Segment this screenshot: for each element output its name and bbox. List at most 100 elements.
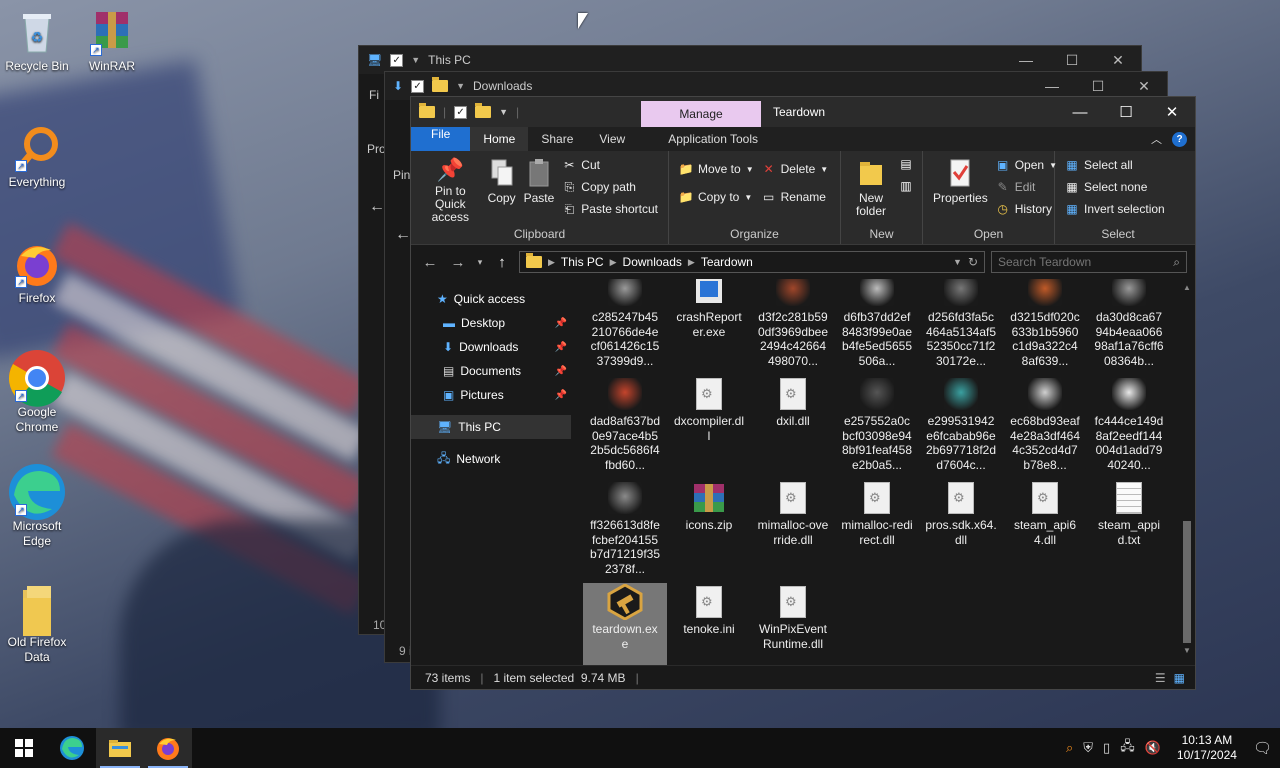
nav-desktop[interactable]: ▬ Desktop 📌 [411,311,571,335]
network-icon[interactable]: 🖧 [1120,737,1135,759]
collapse-ribbon-icon[interactable]: ︿ [1151,131,1162,147]
properties-icon[interactable]: ✓ [454,105,468,119]
nav-network[interactable]: 🖧 Network [411,447,571,471]
maximize-button[interactable]: ☐ [1103,97,1149,127]
file-item[interactable]: e257552a0cbcf03098e948bf91feaf458e2b0a5.… [835,375,919,479]
help-icon[interactable]: ? [1172,131,1187,147]
copy-path-button[interactable]: ⎘ Copy path [562,179,658,195]
pin-quick-access-button[interactable]: 📌 Pin to Quick access [417,155,484,226]
large-icons-view-icon[interactable]: ▦ [1174,671,1185,685]
new-folder-icon[interactable] [475,103,492,118]
paste-button[interactable]: Paste [520,155,559,226]
minimize-button[interactable]: — [1003,46,1049,74]
search-tray-icon[interactable]: ⌕ [1066,740,1073,756]
details-view-icon[interactable]: ☰ [1155,671,1166,685]
file-item[interactable]: WinPixEventRuntime.dll [751,583,835,665]
taskbar-file-explorer-button[interactable] [96,728,144,768]
tab-home[interactable]: Home [470,127,529,151]
explorer-window-teardown[interactable]: | ✓ ▼ | Manage Teardown — ☐ ✕ File Home … [410,96,1196,690]
file-item[interactable]: dxil.dll [751,375,835,479]
vertical-scrollbar[interactable]: ▲ ▼ [1181,283,1193,655]
file-item[interactable]: steam_api64.dll [1003,479,1087,583]
scroll-up-icon[interactable]: ▲ [1181,283,1193,292]
file-item[interactable]: ff326613d8fefcbef204155b7d71219f352378f.… [583,479,667,583]
move-to-button[interactable]: 📁 Move to ▼ [679,161,754,177]
close-button[interactable]: ✕ [1095,46,1141,74]
edit-button[interactable]: ✎ Edit [996,179,1057,195]
rename-button[interactable]: ▭ Rename [762,189,829,205]
scroll-down-icon[interactable]: ▼ [1181,646,1193,655]
maximize-button[interactable]: ☐ [1049,46,1095,74]
desktop-icon-everything[interactable]: ↗ Everything [0,124,74,190]
copy-to-button[interactable]: 📁 Copy to ▼ [679,189,754,205]
file-item[interactable]: d3215df020c633b1b5960c1d9a322c48af639... [1003,279,1087,375]
file-item[interactable]: pros.sdk.x64.dll [919,479,1003,583]
new-item-icon[interactable]: ▤ [899,157,913,171]
nav-quick-access[interactable]: ★ Quick access [411,287,571,311]
breadcrumb-downloads[interactable]: Downloads [623,255,682,269]
ribbon-file-tab[interactable]: Fi [369,88,379,102]
new-folder-button[interactable]: New folder [847,155,895,226]
file-item[interactable]: mimalloc-redirect.dll [835,479,919,583]
select-all-button[interactable]: ▦ Select all [1065,157,1165,173]
tab-view[interactable]: View [586,127,638,151]
copy-button[interactable]: Copy [484,155,520,226]
file-item[interactable]: tenoke.ini [667,583,751,665]
chevron-down-icon[interactable]: ▼ [953,257,962,267]
nav-documents[interactable]: ▤ Documents 📌 [411,359,571,383]
nav-downloads[interactable]: ⬇ Downloads 📌 [411,335,571,359]
cut-button[interactable]: ✂ Cut [562,157,658,173]
tab-application-tools[interactable]: Application Tools [638,127,771,151]
scrollbar-thumb[interactable] [1183,521,1191,643]
file-item[interactable]: crashReporter.exe [667,279,751,375]
battery-icon[interactable]: ▯ [1103,740,1110,756]
paste-shortcut-button[interactable]: ⎗ Paste shortcut [562,201,658,217]
volume-muted-icon[interactable]: 🔇 [1145,740,1161,756]
recent-locations-icon[interactable]: ▾ [475,257,485,268]
delete-button[interactable]: ✕ Delete ▼ [762,161,829,177]
desktop-icon-old-firefox-data[interactable]: Old Firefox Data [0,584,74,665]
nav-pictures[interactable]: ▣ Pictures 📌 [411,383,571,407]
chevron-down-icon[interactable]: ▼ [499,107,508,117]
up-arrow-icon[interactable]: ↑ [491,254,513,271]
notifications-icon[interactable]: 🗨 [1253,739,1272,757]
minimize-button[interactable]: — [1057,97,1103,127]
breadcrumb-teardown[interactable]: Teardown [701,255,753,269]
start-button[interactable] [0,728,48,768]
file-item[interactable]: mimalloc-override.dll [751,479,835,583]
forward-arrow-icon[interactable]: → [447,254,469,271]
file-item[interactable]: dxcompiler.dll [667,375,751,479]
search-box[interactable]: ⌕ [991,251,1187,273]
desktop-icon-recycle-bin[interactable]: ♻ Recycle Bin [0,8,74,74]
security-shield-icon[interactable]: ⛨ [1083,740,1093,756]
refresh-icon[interactable]: ↻ [968,255,978,269]
search-icon[interactable]: ⌕ [1173,255,1180,270]
file-item[interactable]: d3f2c281b590df3969dbee2494c42664498070..… [751,279,835,375]
taskbar-firefox-button[interactable] [144,728,192,768]
tab-manage[interactable]: Manage [641,101,761,127]
close-button[interactable]: ✕ [1149,97,1195,127]
back-arrow-icon[interactable]: ← [369,198,385,216]
history-button[interactable]: ◷ History [996,201,1057,217]
file-item[interactable]: icons.zip [667,479,751,583]
file-item[interactable]: d256fd3fa5c464a5134af552350cc71f230172e.… [919,279,1003,375]
address-bar[interactable]: ▶ This PC ▶ Downloads ▶ Teardown ▼ ↻ [519,251,985,273]
tab-file[interactable]: File [411,127,471,151]
file-item[interactable]: d6fb37dd2ef8483f99e0aeb4fe5ed5655506a... [835,279,919,375]
file-item[interactable]: steam_appid.txt [1087,479,1171,583]
file-item[interactable]: ec68bd93eaf4e28a3df4644c352cd4d7b78e8... [1003,375,1087,479]
file-item[interactable]: e299531942e6fcabab96e2b697718f2dd7604c..… [919,375,1003,479]
back-arrow-icon[interactable]: ← [395,226,411,244]
easy-access-icon[interactable]: ▥ [899,179,913,193]
desktop-icon-firefox[interactable]: ↗ Firefox [0,240,74,306]
desktop-icon-edge[interactable]: ↗ Microsoft Edge [0,464,74,549]
file-item[interactable]: c285247b45210766de4ecf061426c1537399d9..… [583,279,667,375]
invert-selection-button[interactable]: ▦ Invert selection [1065,201,1164,217]
file-item[interactable]: fc444ce149d8af2eedf144004d1add7940240... [1087,375,1171,479]
desktop-icon-winrar[interactable]: ↗ WinRAR [75,8,149,74]
back-arrow-icon[interactable]: ← [419,254,441,271]
file-item[interactable]: teardown.exe [583,583,667,665]
properties-button[interactable]: Properties [929,155,992,226]
file-item[interactable]: dad8af637bd0e97ace4b52b5dc5686f4fbd60... [583,375,667,479]
select-none-button[interactable]: ▦ Select none [1065,179,1165,195]
